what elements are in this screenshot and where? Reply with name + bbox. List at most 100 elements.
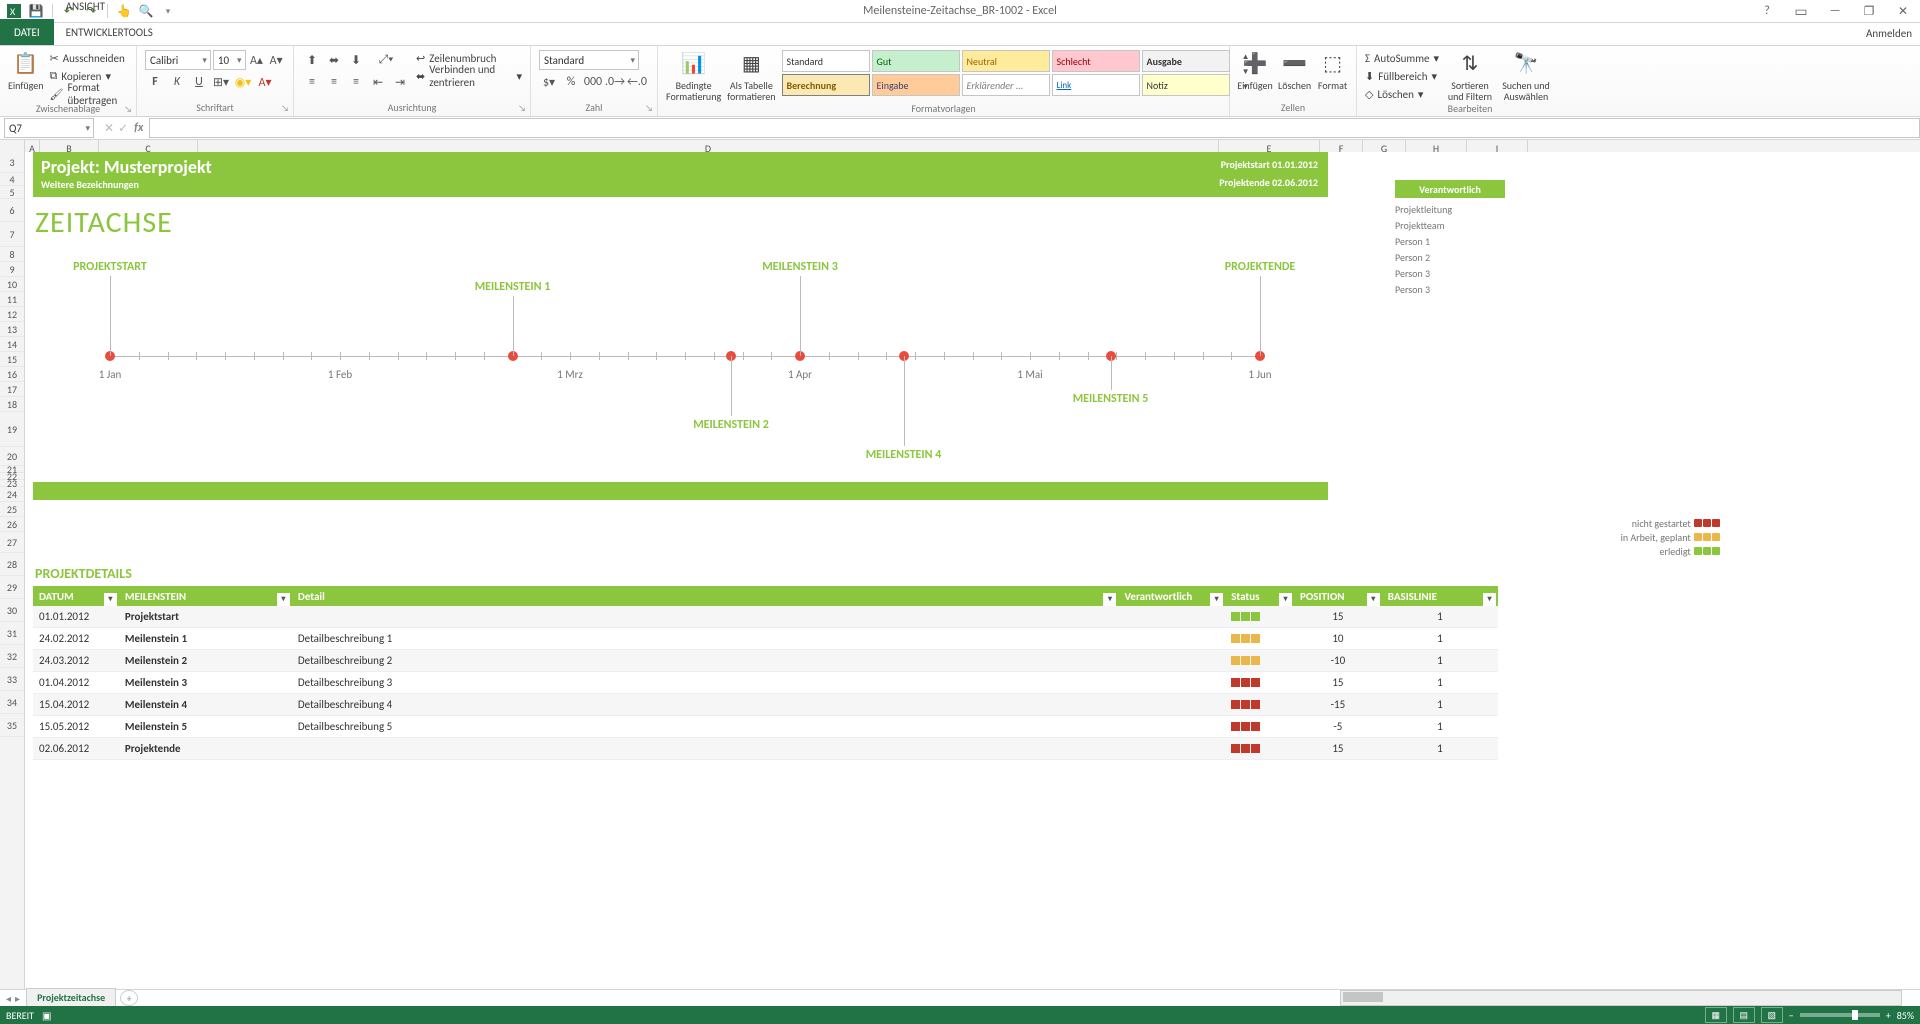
dec-decimal-icon[interactable]: ←.0	[627, 72, 647, 92]
name-box[interactable]: Q7	[4, 118, 94, 138]
number-launcher-icon[interactable]: ↘	[645, 103, 653, 114]
filter-icon[interactable]: ▾	[277, 593, 290, 606]
fill-color-button[interactable]: ◉▾	[233, 72, 253, 92]
currency-icon[interactable]: $▾	[539, 72, 559, 92]
cancel-formula-icon[interactable]: ✕	[104, 121, 114, 136]
italic-button[interactable]: K	[167, 72, 187, 92]
table-header-cell[interactable]: Detail▾	[292, 590, 1119, 603]
format-painter-button[interactable]: 🖌Format übertragen	[50, 86, 128, 102]
row-header-18[interactable]: 18	[0, 397, 24, 412]
row-header-23[interactable]: 23	[0, 480, 24, 487]
row-header-13[interactable]: 13	[0, 322, 24, 337]
table-row[interactable]: 01.01.2012Projektstart151	[33, 606, 1498, 628]
paste-button[interactable]: 📋 Einfügen	[8, 50, 44, 91]
view-normal-icon[interactable]: ▦	[1705, 1007, 1727, 1023]
bold-button[interactable]: F	[145, 72, 165, 92]
cell-style-ausgabe[interactable]: Ausgabe	[1142, 50, 1230, 72]
table-row[interactable]: 01.04.2012Meilenstein 3Detailbeschreibun…	[33, 672, 1498, 694]
tab-nav-first-icon[interactable]: ◂	[6, 992, 11, 1005]
cell-style-ber[interactable]: Berechnung	[782, 74, 870, 96]
sheet-canvas[interactable]: Projekt: Musterprojekt Weitere Bezeichnu…	[25, 152, 1920, 990]
find-select-button[interactable]: 🔭Suchen und Auswählen	[1501, 50, 1551, 102]
sort-filter-button[interactable]: ⇅Sortieren und Filtern	[1445, 50, 1495, 102]
font-launcher-icon[interactable]: ↘	[281, 103, 289, 114]
view-layout-icon[interactable]: ▤	[1733, 1007, 1755, 1023]
zoom-value[interactable]: 85%	[1897, 1009, 1914, 1022]
row-header-32[interactable]: 32	[0, 645, 24, 668]
indent-inc-icon[interactable]: ⇥	[390, 72, 410, 92]
insert-cells-button[interactable]: ➕Einfügen	[1238, 50, 1272, 91]
scrollbar-thumb[interactable]	[1343, 992, 1383, 1002]
cell-style-std[interactable]: Standard	[782, 50, 870, 72]
view-break-icon[interactable]: ▧	[1761, 1007, 1783, 1023]
cut-button[interactable]: ✂Ausschneiden	[50, 50, 128, 66]
cell-style-eingabe[interactable]: Eingabe	[872, 74, 960, 96]
table-row[interactable]: 24.02.2012Meilenstein 1Detailbeschreibun…	[33, 628, 1498, 650]
delete-cells-button[interactable]: ➖Löschen	[1278, 50, 1311, 91]
indent-dec-icon[interactable]: ⇤	[368, 72, 388, 92]
sign-in-link[interactable]: Anmelden	[1866, 27, 1912, 40]
row-header-35[interactable]: 35	[0, 714, 24, 737]
row-header-12[interactable]: 12	[0, 307, 24, 322]
minimize-icon[interactable]: —	[1822, 2, 1848, 20]
row-header-3[interactable]: 3	[0, 152, 24, 173]
orientation-icon[interactable]: ⤢▾	[376, 50, 396, 70]
formula-input[interactable]	[149, 118, 1920, 138]
table-row[interactable]: 24.03.2012Meilenstein 2Detailbeschreibun…	[33, 650, 1498, 672]
conditional-format-button[interactable]: 📊Bedingte Formatierung	[666, 50, 721, 102]
format-as-table-button[interactable]: ▦Als Tabelle formatieren	[727, 50, 775, 102]
zoom-out-icon[interactable]: −	[1789, 1009, 1794, 1022]
row-header-29[interactable]: 29	[0, 576, 24, 599]
cell-style-link[interactable]: Link	[1052, 74, 1140, 96]
fx-icon[interactable]: fx	[134, 121, 143, 135]
table-header-cell[interactable]: BASISLINIE▾	[1382, 590, 1498, 603]
row-header-30[interactable]: 30	[0, 599, 24, 622]
tab-nav-last-icon[interactable]: ▸	[15, 992, 20, 1005]
row-header-25[interactable]: 25	[0, 502, 24, 517]
filter-icon[interactable]: ▾	[1279, 593, 1292, 606]
add-sheet-icon[interactable]: +	[120, 990, 138, 1006]
fill-button[interactable]: ⬇Füllbereich▾	[1365, 68, 1439, 84]
row-header-28[interactable]: 28	[0, 553, 24, 576]
row-header-31[interactable]: 31	[0, 622, 24, 645]
table-header-cell[interactable]: Status▾	[1225, 590, 1294, 603]
ribbon-options-icon[interactable]: ▭	[1788, 2, 1814, 20]
align-middle-icon[interactable]: ⬌	[324, 50, 344, 70]
save-icon[interactable]: 💾	[28, 3, 44, 19]
row-header-34[interactable]: 34	[0, 691, 24, 714]
merge-center-button[interactable]: ⬌Verbinden und zentrieren▾	[416, 68, 522, 84]
table-header-cell[interactable]: Verantwortlich▾	[1118, 590, 1225, 603]
clipboard-launcher-icon[interactable]: ↘	[124, 104, 132, 115]
macro-record-icon[interactable]: ▣	[42, 1009, 51, 1022]
percent-icon[interactable]: %	[561, 72, 581, 92]
format-cells-button[interactable]: ⬚Format	[1317, 50, 1348, 91]
row-header-15[interactable]: 15	[0, 352, 24, 367]
cell-style-neutral[interactable]: Neutral	[962, 50, 1050, 72]
comma-icon[interactable]: 000	[583, 72, 603, 92]
number-format-dropdown[interactable]: Standard	[539, 50, 639, 70]
row-header-26[interactable]: 26	[0, 517, 24, 532]
tab-entwicklertools[interactable]: ENTWICKLERTOOLS	[54, 19, 165, 45]
table-row[interactable]: 15.04.2012Meilenstein 4Detailbeschreibun…	[33, 694, 1498, 716]
align-top-icon[interactable]: ⬆	[302, 50, 322, 70]
row-header-11[interactable]: 11	[0, 292, 24, 307]
zoom-slider[interactable]	[1800, 1013, 1880, 1017]
accept-formula-icon[interactable]: ✓	[118, 121, 128, 136]
alignment-launcher-icon[interactable]: ↘	[518, 103, 526, 114]
cell-style-erk[interactable]: Erklärender ...	[962, 74, 1050, 96]
row-header-19[interactable]: 19	[0, 412, 24, 447]
autosum-button[interactable]: ΣAutoSumme▾	[1365, 50, 1439, 66]
align-left-icon[interactable]: ≡	[302, 72, 322, 92]
row-header-17[interactable]: 17	[0, 382, 24, 397]
zoom-in-icon[interactable]: +	[1886, 1009, 1891, 1022]
close-icon[interactable]: ✕	[1890, 2, 1916, 20]
restore-icon[interactable]: ❐	[1856, 2, 1882, 20]
font-size-dropdown[interactable]: 10	[213, 50, 246, 70]
sheet-tab-active[interactable]: Projektzeitachse	[26, 988, 116, 1008]
table-header-cell[interactable]: DATUM▾	[33, 590, 119, 603]
zoom-thumb[interactable]	[1852, 1010, 1858, 1020]
worksheet[interactable]: 3456789101112131415161718192021222324252…	[0, 152, 1920, 990]
row-header-27[interactable]: 27	[0, 532, 24, 553]
help-icon[interactable]: ?	[1754, 2, 1780, 20]
row-header-6[interactable]: 6	[0, 199, 24, 222]
